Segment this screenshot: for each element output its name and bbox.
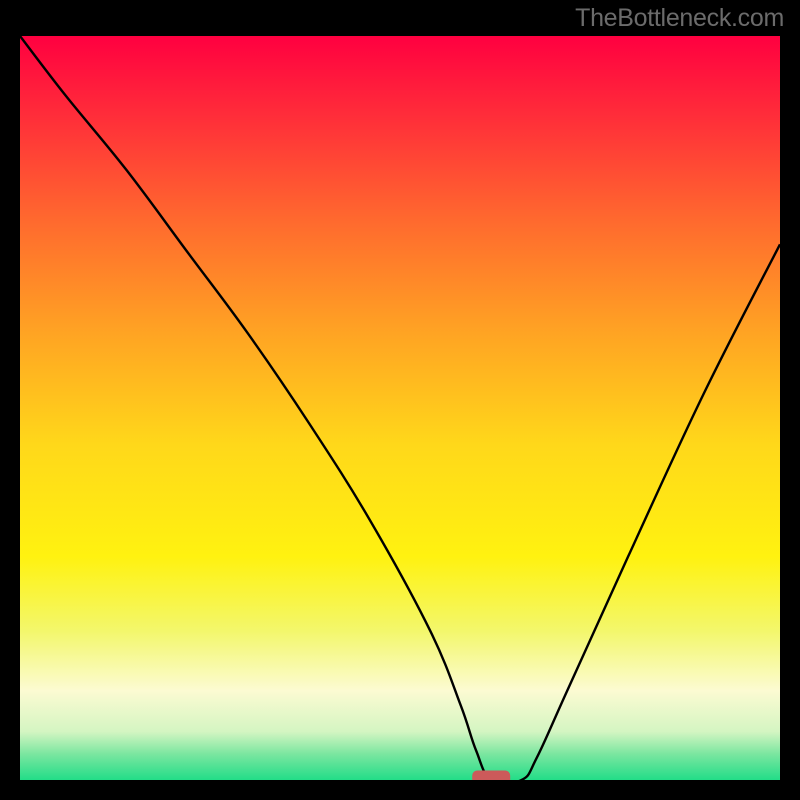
gradient-background (20, 36, 780, 780)
plot-area (20, 36, 780, 780)
chart-svg (20, 36, 780, 780)
attribution-label: TheBottleneck.com (575, 4, 784, 33)
chart-frame: TheBottleneck.com (0, 0, 800, 800)
optimum-marker (472, 771, 510, 780)
